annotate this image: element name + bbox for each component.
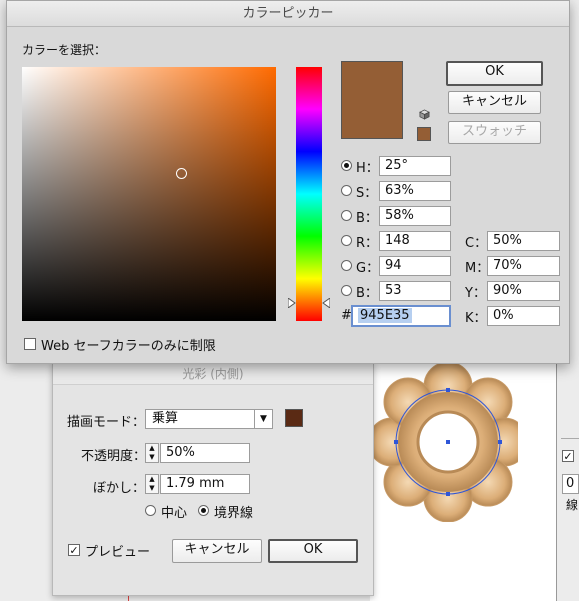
new-color-swatch (341, 61, 403, 139)
ok-button[interactable]: OK (446, 61, 543, 86)
brightness-label: B： (356, 211, 378, 226)
web-safe-swatch[interactable] (417, 127, 431, 141)
red-label: R： (356, 236, 379, 251)
hue-slider[interactable] (296, 67, 322, 321)
blend-mode-value: 乗算 (152, 411, 179, 426)
flower-artwork[interactable] (368, 362, 518, 522)
edge-label: 境界線 (214, 506, 254, 521)
green-label: G： (356, 261, 380, 276)
blur-stepper[interactable]: ▲ ▼ (145, 474, 159, 494)
cyan-input[interactable]: 50% (487, 231, 560, 251)
blue-label: B： (356, 286, 378, 301)
brightness-input[interactable]: 58% (379, 206, 451, 226)
saturation-input[interactable]: 63% (379, 181, 451, 201)
magenta-label: M： (465, 261, 490, 276)
swatches-button[interactable]: スウォッチ (448, 121, 541, 144)
color-picker-dialog: カラーピッカー カラーを選択： OK キャンセル スウォッチ H： 25° S：… (6, 0, 570, 364)
color-picker-title: カラーピッカー (7, 1, 569, 27)
side-panel-divider (561, 438, 579, 439)
red-input[interactable]: 148 (379, 231, 451, 251)
black-input[interactable]: 0% (487, 306, 560, 326)
saturation-label: S： (356, 186, 378, 201)
center-radio[interactable] (145, 505, 156, 516)
yellow-input[interactable]: 90% (487, 281, 560, 301)
cyan-label: C： (465, 236, 488, 251)
hue-input[interactable]: 25° (379, 156, 451, 176)
opacity-label: 不透明度： (81, 449, 147, 464)
hue-slider-left-handle[interactable] (288, 298, 296, 309)
brightness-radio[interactable] (341, 210, 352, 221)
hue-radio[interactable] (341, 160, 352, 171)
cancel-button[interactable]: キャンセル (448, 91, 541, 114)
saturation-brightness-field[interactable] (22, 67, 276, 321)
side-field[interactable]: 0 (562, 474, 579, 494)
blur-input[interactable]: 1.79 mm (160, 474, 250, 494)
out-of-gamut-cube-icon[interactable] (419, 109, 430, 120)
opacity-input[interactable]: 50% (160, 443, 250, 463)
select-color-label: カラーを選択： (22, 43, 107, 57)
hue-label: H： (356, 161, 379, 176)
blur-label: ぼかし： (93, 481, 146, 496)
magenta-input[interactable]: 70% (487, 256, 560, 276)
green-radio[interactable] (341, 260, 352, 271)
side-label: 線 (566, 498, 579, 512)
red-radio[interactable] (341, 235, 352, 246)
blue-radio[interactable] (341, 285, 352, 296)
glow-color-swatch[interactable] (285, 409, 303, 427)
side-checkbox[interactable]: ✓ (562, 450, 574, 462)
blue-input[interactable]: 53 (379, 281, 451, 301)
panel-divider (556, 360, 557, 601)
blend-mode-select[interactable]: 乗算 ▼ (145, 409, 273, 429)
preview-checkbox[interactable]: ✓ (68, 544, 80, 556)
black-label: K： (465, 311, 487, 326)
color-cursor[interactable] (176, 167, 188, 179)
yellow-label: Y： (465, 286, 486, 301)
preview-label: プレビュー (85, 545, 151, 560)
center-label: 中心 (161, 506, 188, 521)
green-input[interactable]: 94 (379, 256, 451, 276)
opacity-stepper[interactable]: ▲ ▼ (145, 443, 159, 463)
inner-glow-title: 光彩 (内側) (53, 363, 373, 385)
glow-cancel-button[interactable]: キャンセル (172, 539, 262, 563)
inner-glow-dialog: 光彩 (内側) 描画モード： 乗算 ▼ 不透明度： ▲ ▼ 50% ぼかし： ▲ ▼… (52, 362, 374, 596)
hex-input[interactable]: 945E35 (351, 305, 451, 327)
edge-radio[interactable] (198, 505, 209, 516)
glow-ok-button[interactable]: OK (268, 539, 358, 563)
chevron-down-icon: ▼ (254, 410, 272, 428)
hex-value: 945E35 (358, 308, 412, 323)
blend-mode-label: 描画モード： (67, 415, 146, 430)
saturation-radio[interactable] (341, 185, 352, 196)
web-safe-checkbox[interactable] (24, 338, 36, 350)
web-safe-label: Web セーフカラーのみに制限 (41, 339, 216, 354)
hue-slider-right-handle[interactable] (322, 298, 330, 309)
